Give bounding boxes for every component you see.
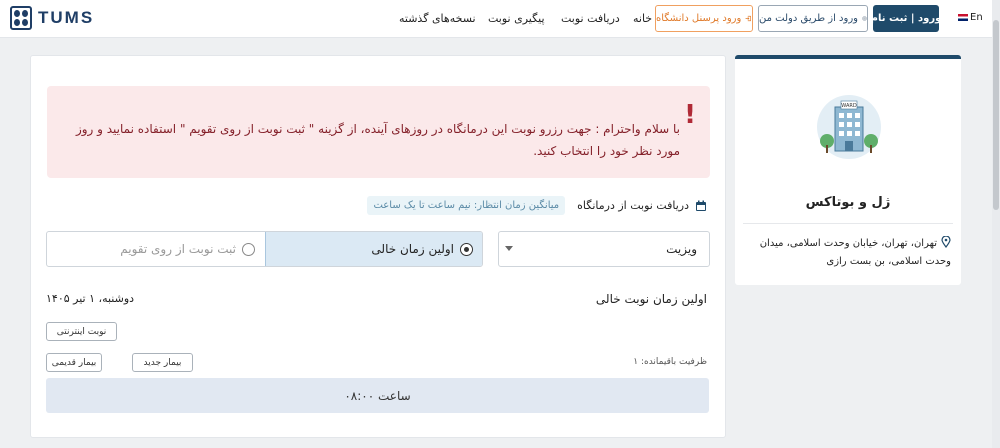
location-pin-icon <box>941 236 951 248</box>
clinic-name: ژل و بوتاکس <box>805 195 891 210</box>
clinic-address: تهران، تهران، خیابان وحدت اسلامی، میدان … <box>746 235 951 271</box>
logo-text: TUMS <box>38 8 95 27</box>
language-switch[interactable]: En <box>958 12 983 23</box>
fingerprint-icon <box>862 16 867 21</box>
staff-login-label: ورود پرسنل دانشگاه <box>656 13 742 24</box>
radio-unchecked-icon <box>242 242 255 256</box>
visit-type-select[interactable]: ویزیت <box>498 231 710 267</box>
radio-first-available[interactable]: اولین زمان خالی <box>265 232 482 266</box>
slot-date: دوشنبه، ۱ تیر ۱۴۰۵ <box>46 292 135 305</box>
top-navbar: TUMS نسخه‌های گذشته پیگیری نوبت دریافت ن… <box>0 0 1000 38</box>
gov-login-button[interactable]: ورود از طریق دولت من <box>758 5 868 32</box>
exclamation-icon: ! <box>684 100 696 130</box>
nav-track-appointment[interactable]: پیگیری نوبت <box>488 12 545 25</box>
calendar-icon <box>696 200 706 211</box>
radio-calendar-label: ثبت نوبت از روی تقویم <box>120 242 236 256</box>
tums-logo[interactable]: TUMS <box>10 5 94 31</box>
info-alert: ! با سلام واحترام : جهت رزرو نوبت این در… <box>47 86 710 178</box>
chevron-down-icon <box>505 246 513 251</box>
clinic-card: WARD ژل و بوتاکس تهران، تهران، خیابان وح… <box>735 55 961 285</box>
staff-login-button[interactable]: ورود پرسنل دانشگاه <box>655 5 753 32</box>
nav-previous-prescriptions[interactable]: نسخه‌های گذشته <box>399 12 476 25</box>
login-icon <box>745 15 752 22</box>
gov-login-label: ورود از طریق دولت من <box>759 13 858 24</box>
logo-icon <box>10 6 32 30</box>
nav-get-appointment[interactable]: دریافت نوبت <box>561 12 620 25</box>
ward-building-icon: WARD <box>817 95 881 159</box>
new-patient-tag: بیمار جدید <box>132 353 193 372</box>
address-text: تهران، تهران، خیابان وحدت اسلامی، میدان … <box>759 238 951 267</box>
radio-checked-icon <box>460 242 473 256</box>
scrollbar-thumb[interactable] <box>993 20 999 210</box>
section-header: دریافت نوبت از درمانگاه میانگین زمان انت… <box>367 196 707 215</box>
visit-type-value: ویزیت <box>666 242 697 256</box>
login-register-button[interactable]: ورود | ثبت نام <box>871 5 941 32</box>
wait-time-badge: میانگین زمان انتظار: نیم ساعت تا یک ساعت <box>367 196 566 215</box>
remaining-capacity: ظرفیت باقیمانده: ۱ <box>633 357 707 367</box>
first-slot-title: اولین زمان نوبت خالی <box>595 292 707 306</box>
uk-flag-icon <box>958 14 968 21</box>
language-label: En <box>970 12 983 23</box>
ward-sign: WARD <box>841 103 857 109</box>
appointment-panel: ! با سلام واحترام : جهت رزرو نوبت این در… <box>30 55 726 438</box>
radio-first-label: اولین زمان خالی <box>371 242 454 256</box>
online-appointment-tag: نوبت اینترنتی <box>46 322 117 341</box>
divider <box>743 223 953 224</box>
alert-message: با سلام واحترام : جهت رزرو نوبت این درما… <box>75 122 680 158</box>
nav-home[interactable]: خانه <box>633 12 652 25</box>
page-scrollbar[interactable] <box>992 0 1000 448</box>
time-slot-button[interactable]: ساعت ۰۸:۰۰ <box>46 378 709 413</box>
section-title: دریافت نوبت از درمانگاه <box>577 199 689 212</box>
radio-calendar[interactable]: ثبت نوبت از روی تقویم <box>47 232 265 266</box>
booking-mode-radio-group: اولین زمان خالی ثبت نوبت از روی تقویم <box>46 231 483 267</box>
old-patient-tag: بیمار قدیمی <box>46 353 102 372</box>
